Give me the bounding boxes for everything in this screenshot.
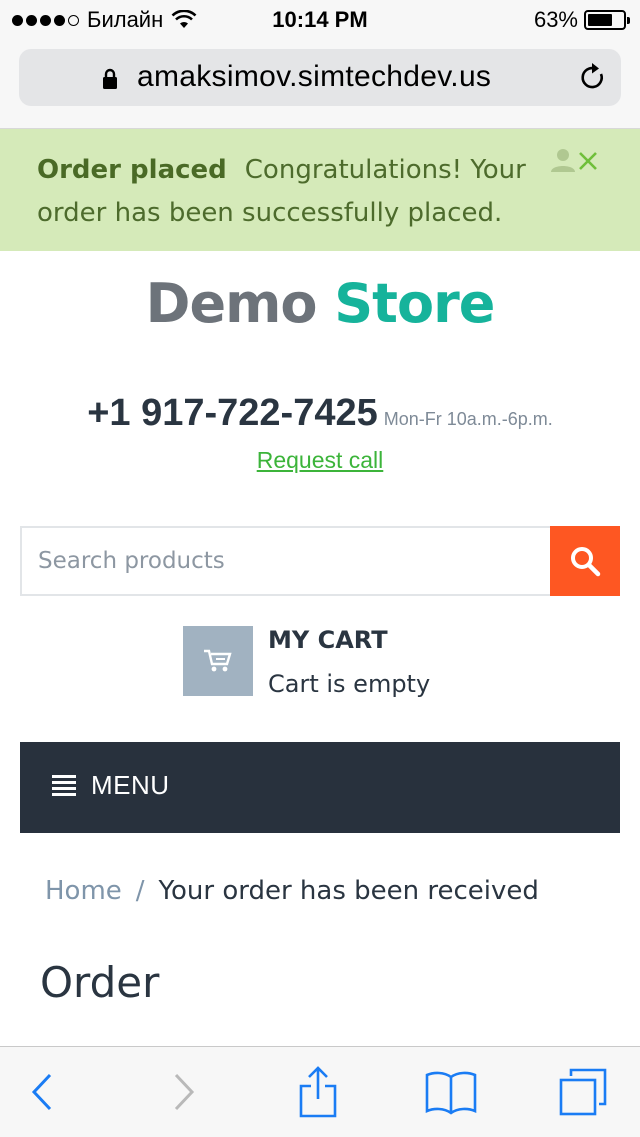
forward-button[interactable] — [154, 1067, 214, 1117]
tabs-icon — [559, 1068, 607, 1116]
browser-address-area: amaksimov.simtechdev.us — [0, 40, 640, 129]
breadcrumb-separator: / — [135, 876, 145, 906]
user-icon — [551, 149, 575, 172]
forward-icon — [174, 1073, 195, 1111]
order-placed-notification: Order placed Congratulations! Your order … — [0, 129, 640, 251]
bookmarks-icon — [425, 1071, 477, 1115]
menu-label: MENU — [91, 770, 170, 800]
request-call-link[interactable]: Request call — [257, 447, 384, 474]
search-form — [20, 526, 620, 596]
cart-icon — [204, 649, 232, 672]
share-button[interactable] — [288, 1066, 348, 1118]
back-button[interactable] — [12, 1067, 72, 1117]
store-logo[interactable]: Demo Store — [0, 272, 640, 335]
logo-demo-text: Demo — [145, 272, 318, 335]
breadcrumb-home-link[interactable]: Home — [45, 876, 122, 906]
logo-store-text: Store — [334, 272, 495, 335]
lock-icon — [103, 68, 117, 89]
notification-message: Order placed Congratulations! Your order … — [37, 149, 547, 235]
close-icon[interactable] — [576, 149, 600, 173]
bookmarks-button[interactable] — [421, 1067, 481, 1117]
contact-block: +1 917-722-7425 Mon-Fr 10a.m.-6p.m. Reque… — [0, 392, 640, 474]
hamburger-icon — [52, 775, 76, 796]
phone-number[interactable]: +1 917-722-7425 — [87, 392, 378, 434]
search-icon — [571, 547, 601, 577]
reload-icon[interactable] — [579, 62, 607, 92]
menu-button[interactable]: MENU — [20, 742, 620, 833]
back-icon — [31, 1073, 52, 1111]
working-hours: Mon-Fr 10a.m.-6p.m. — [383, 409, 553, 429]
cart-status: Cart is empty — [268, 670, 431, 698]
search-input[interactable] — [20, 526, 550, 596]
url-text: amaksimov.simtechdev.us — [137, 60, 492, 93]
address-bar[interactable]: amaksimov.simtechdev.us — [19, 49, 621, 106]
search-button[interactable] — [550, 526, 620, 596]
breadcrumb: Home / Your order has been received — [45, 876, 539, 906]
cart-icon-box — [183, 626, 253, 696]
my-cart[interactable]: MY CART Cart is empty — [183, 626, 483, 698]
share-icon — [299, 1066, 337, 1118]
battery-icon — [584, 10, 630, 30]
browser-toolbar — [0, 1046, 640, 1137]
tabs-button[interactable] — [553, 1067, 613, 1117]
status-right: 63% — [533, 7, 630, 33]
breadcrumb-current: Your order has been received — [158, 876, 539, 906]
battery-percent: 63% — [533, 7, 578, 32]
notification-title: Order placed — [37, 155, 227, 185]
page-title: Order — [40, 958, 160, 1007]
cart-title: MY CART — [268, 626, 388, 654]
status-bar: Билайн 10:14 PM 63% — [0, 0, 640, 40]
